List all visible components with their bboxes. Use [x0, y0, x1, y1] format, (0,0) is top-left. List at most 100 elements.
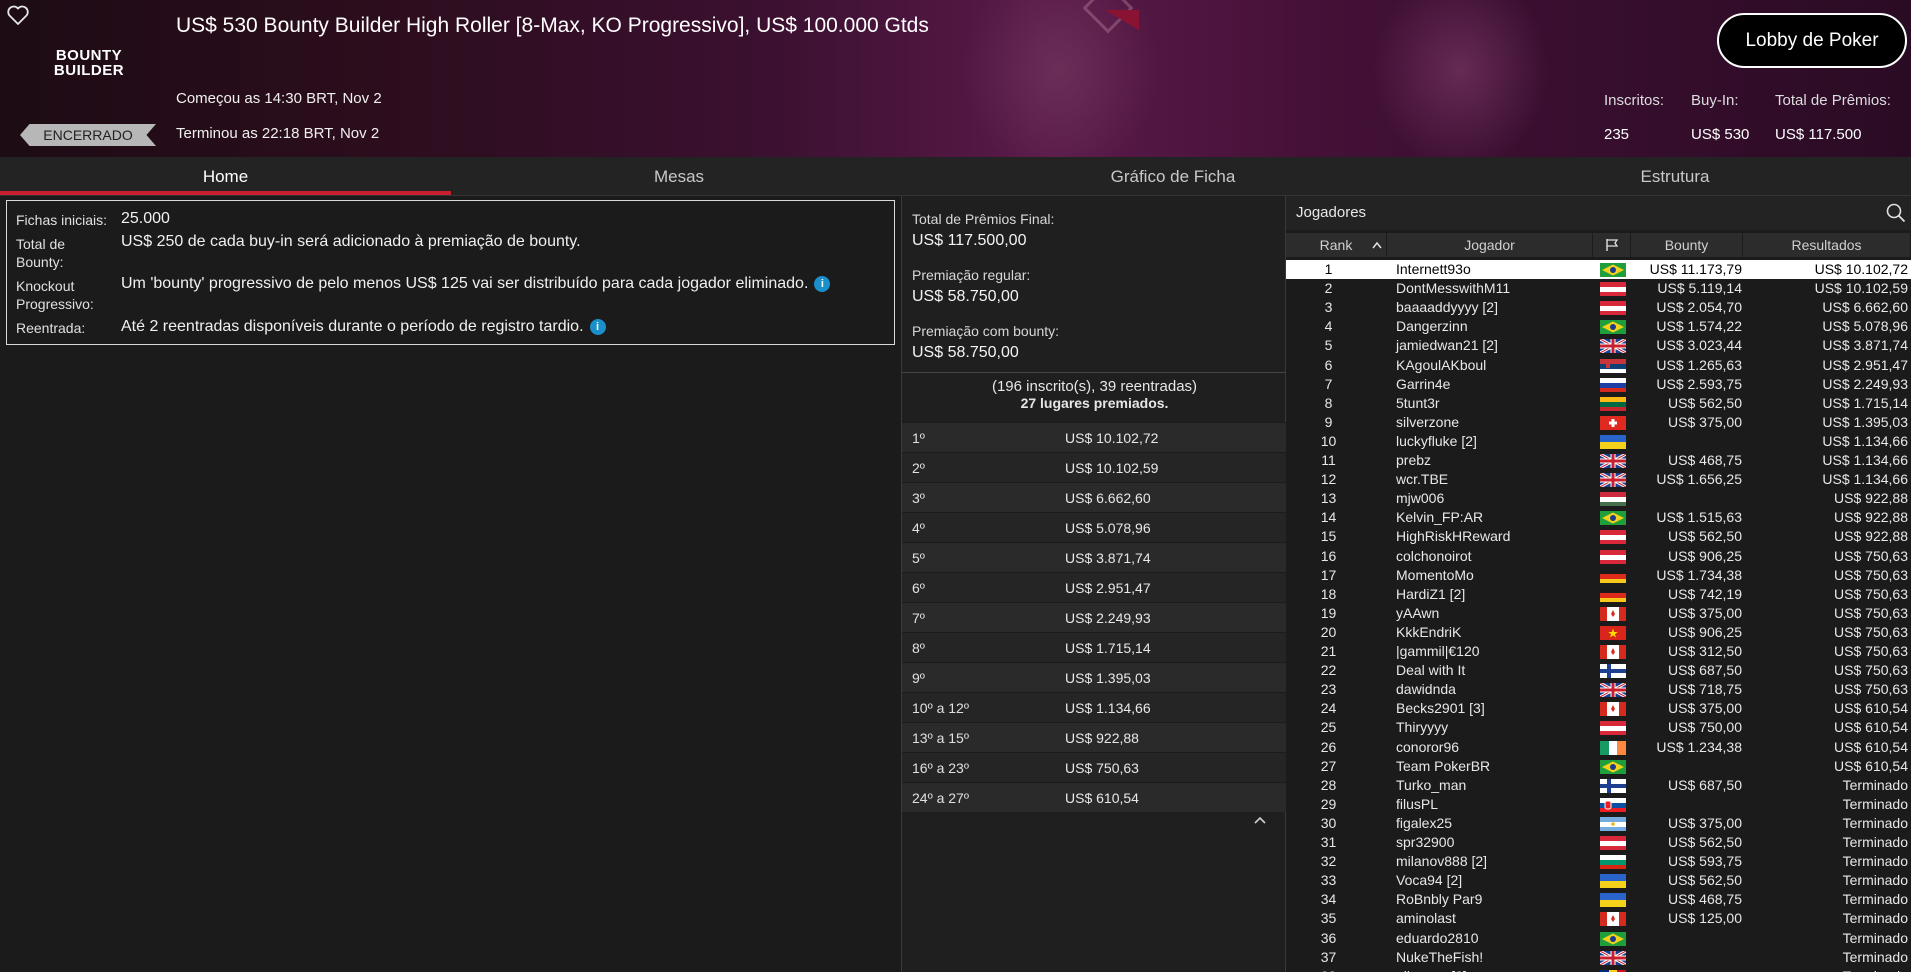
end-time: Terminou as 22:18 BRT, Nov 2: [176, 125, 380, 142]
player-row[interactable]: 7 Garrin4e US$ 2.593,75 US$ 2.249,93: [1286, 375, 1911, 394]
player-row[interactable]: 22 Deal with It US$ 687,50 US$ 750,63: [1286, 661, 1911, 680]
column-player[interactable]: Jogador: [1387, 233, 1593, 257]
player-row[interactable]: 4 Dangerzinn US$ 1.574,22 US$ 5.078,96: [1286, 317, 1911, 336]
player-row[interactable]: 33 Voca94 [2] US$ 562,50 Terminado: [1286, 871, 1911, 890]
player-row[interactable]: 13 mjw006 US$ 922,88: [1286, 489, 1911, 508]
payout-amount: US$ 5.078,96: [1065, 520, 1151, 536]
payout-row: 9º US$ 1.395,03: [902, 662, 1287, 692]
player-name: Becks2901 [3]: [1396, 700, 1485, 717]
player-row[interactable]: 6 KAgoulAKboul US$ 1.265,63 US$ 2.951,47: [1286, 356, 1911, 375]
player-rank: 7: [1324, 375, 1333, 392]
player-rank: 3: [1324, 299, 1333, 316]
player-result: Terminado: [1842, 872, 1908, 889]
regular-prize-value: US$ 58.750,00: [912, 288, 1019, 305]
player-row[interactable]: 35 aminolast US$ 125,00 Terminado: [1286, 909, 1911, 928]
player-bounty: US$ 375,00: [1668, 814, 1742, 831]
player-row[interactable]: 8 5tunt3r US$ 562,50 US$ 1.715,14: [1286, 394, 1911, 413]
info-icon[interactable]: i: [814, 276, 831, 292]
payout-amount: US$ 1.395,03: [1065, 670, 1151, 686]
player-bounty: US$ 687,50: [1668, 662, 1742, 679]
player-result: Terminado: [1842, 948, 1908, 965]
payout-amount: US$ 1.715,14: [1065, 640, 1151, 656]
player-row[interactable]: 24 Becks2901 [3] US$ 375,00 US$ 610,54: [1286, 699, 1911, 718]
player-row[interactable]: 21 |gammil|€120 US$ 312,50 US$ 750,63: [1286, 642, 1911, 661]
player-rank: 31: [1320, 834, 1337, 850]
payout-amount: US$ 2.951,47: [1065, 580, 1151, 596]
player-row[interactable]: 38 allexvon [2] Terminado: [1286, 967, 1911, 972]
player-row[interactable]: 20 KkkEndriK US$ 906,25 US$ 750,63: [1286, 623, 1911, 642]
player-rank: 8: [1324, 394, 1333, 411]
country-flag-icon: [1600, 492, 1626, 507]
country-flag-icon: [1600, 396, 1626, 411]
player-row[interactable]: 2 DontMesswithM11 US$ 5.119,14 US$ 10.102,5…: [1286, 279, 1911, 298]
payout-row: 7º US$ 2.249,93: [902, 602, 1287, 632]
country-flag-icon: [1599, 338, 1627, 355]
player-row[interactable]: 11 prebz US$ 468,75 US$ 1.134,66: [1286, 451, 1911, 470]
player-row[interactable]: 32 milanov888 [2] US$ 593,75 Terminado: [1286, 852, 1911, 871]
player-row[interactable]: 30 figalex25 US$ 375,00 Terminado: [1286, 814, 1911, 833]
heart-icon[interactable]: [6, 3, 30, 27]
player-row[interactable]: 31 spr32900 US$ 562,50 Terminado: [1286, 833, 1911, 852]
country-flag-icon: [1600, 301, 1626, 316]
player-row[interactable]: 18 HardiZ1 [2] US$ 742,19 US$ 750,63: [1286, 585, 1911, 604]
player-rank: 35: [1320, 910, 1337, 927]
bounty-prize-label: Premiação com bounty:: [912, 323, 1060, 339]
player-rank: 6: [1324, 356, 1333, 373]
column-results[interactable]: Resultados: [1743, 233, 1911, 257]
info-label: Total de Bounty:: [16, 236, 66, 270]
player-row[interactable]: 36 eduardo2810 Terminado: [1286, 929, 1911, 948]
tab-tables[interactable]: Mesas: [451, 157, 907, 196]
player-row[interactable]: 37 NukeTheFish! Terminado: [1286, 948, 1911, 967]
player-row[interactable]: 16 colchonoirot US$ 906,25 US$ 750,63: [1286, 547, 1911, 566]
player-row[interactable]: 19 yAAwn US$ 375,00 US$ 750,63: [1286, 604, 1911, 623]
column-bounty[interactable]: Bounty: [1631, 233, 1743, 257]
payout-position: 8º: [912, 640, 925, 656]
player-rank: 23: [1320, 681, 1337, 698]
column-flag[interactable]: [1593, 233, 1631, 257]
player-row[interactable]: 9 silverzone US$ 375,00 US$ 1.395,03: [1286, 413, 1911, 432]
player-row[interactable]: 28 Turko_man US$ 687,50 Terminado: [1286, 776, 1911, 795]
info-icon[interactable]: i: [589, 319, 606, 335]
search-icon[interactable]: [1886, 203, 1906, 223]
payout-row: 3º US$ 6.662,60: [902, 482, 1287, 512]
players-panel: Jogadores Rank Jogador Bounty Resultados…: [1286, 196, 1911, 972]
entrants-label: Inscritos:: [1604, 92, 1665, 109]
player-name: allexvon [2]: [1396, 967, 1467, 972]
player-result: US$ 2.249,93: [1822, 375, 1908, 392]
player-row[interactable]: 12 wcr.TBE US$ 1.656,25 US$ 1.134,66: [1286, 470, 1911, 489]
player-row[interactable]: 29 filusPL Terminado: [1286, 795, 1911, 814]
player-row[interactable]: 3 baaaaddyyyy [2] US$ 2.054,70 US$ 6.662,60: [1286, 298, 1911, 317]
player-row[interactable]: 23 dawidnda US$ 718,75 US$ 750,63: [1286, 680, 1911, 699]
player-row[interactable]: 10 luckyfluke [2] US$ 1.134,66: [1286, 432, 1911, 451]
player-row[interactable]: 34 RoBnbly Par9 US$ 468,75 Terminado: [1286, 890, 1911, 909]
player-row[interactable]: 17 MomentoMo US$ 1.734,38 US$ 750,63: [1286, 566, 1911, 585]
player-name: spr32900: [1396, 834, 1455, 850]
payout-row: 4º US$ 5.078,96: [902, 512, 1287, 542]
player-bounty: US$ 468,75: [1668, 452, 1742, 468]
tab-chip-chart[interactable]: Gráfico de Ficha: [907, 157, 1439, 196]
column-rank[interactable]: Rank: [1286, 233, 1387, 257]
player-row[interactable]: 15 HighRiskHReward US$ 562,50 US$ 922,88: [1286, 527, 1911, 546]
player-result: US$ 750,63: [1834, 604, 1908, 621]
country-flag-icon: [1600, 855, 1626, 870]
lobby-button[interactable]: Lobby de Poker: [1717, 13, 1907, 68]
player-row[interactable]: 27 Team PokerBR US$ 610,54: [1286, 757, 1911, 776]
player-row[interactable]: 14 Kelvin_FP:AR US$ 1.515,63 US$ 922,88: [1286, 508, 1911, 527]
payout-amount: US$ 10.102,59: [1065, 460, 1159, 476]
payout-position: 24º a 27º: [912, 790, 969, 806]
player-rank: 18: [1320, 585, 1337, 602]
country-flag-icon: [1600, 874, 1626, 889]
players-header: Jogadores: [1286, 196, 1911, 230]
player-row[interactable]: 25 Thiryyyy US$ 750,00 US$ 610,54: [1286, 718, 1911, 737]
player-name: DontMesswithM11: [1396, 280, 1511, 297]
player-result: US$ 750,63: [1834, 623, 1908, 640]
player-row[interactable]: 1 Internett93o US$ 11.173,79 US$ 10.102,72: [1286, 260, 1911, 279]
chevron-up-icon[interactable]: [1253, 812, 1267, 828]
player-result: US$ 1.395,03: [1822, 413, 1908, 430]
player-name: Internett93o: [1396, 261, 1471, 277]
player-rank: 14: [1320, 509, 1337, 526]
player-row[interactable]: 5 jamiedwan21 [2] US$ 3.023,44 US$ 3.871,74: [1286, 336, 1911, 355]
player-row[interactable]: 26 conoror96 US$ 1.234,38 US$ 610,54: [1286, 738, 1911, 757]
tab-structure[interactable]: Estrutura: [1439, 157, 1911, 196]
country-flag-icon: [1600, 320, 1626, 335]
